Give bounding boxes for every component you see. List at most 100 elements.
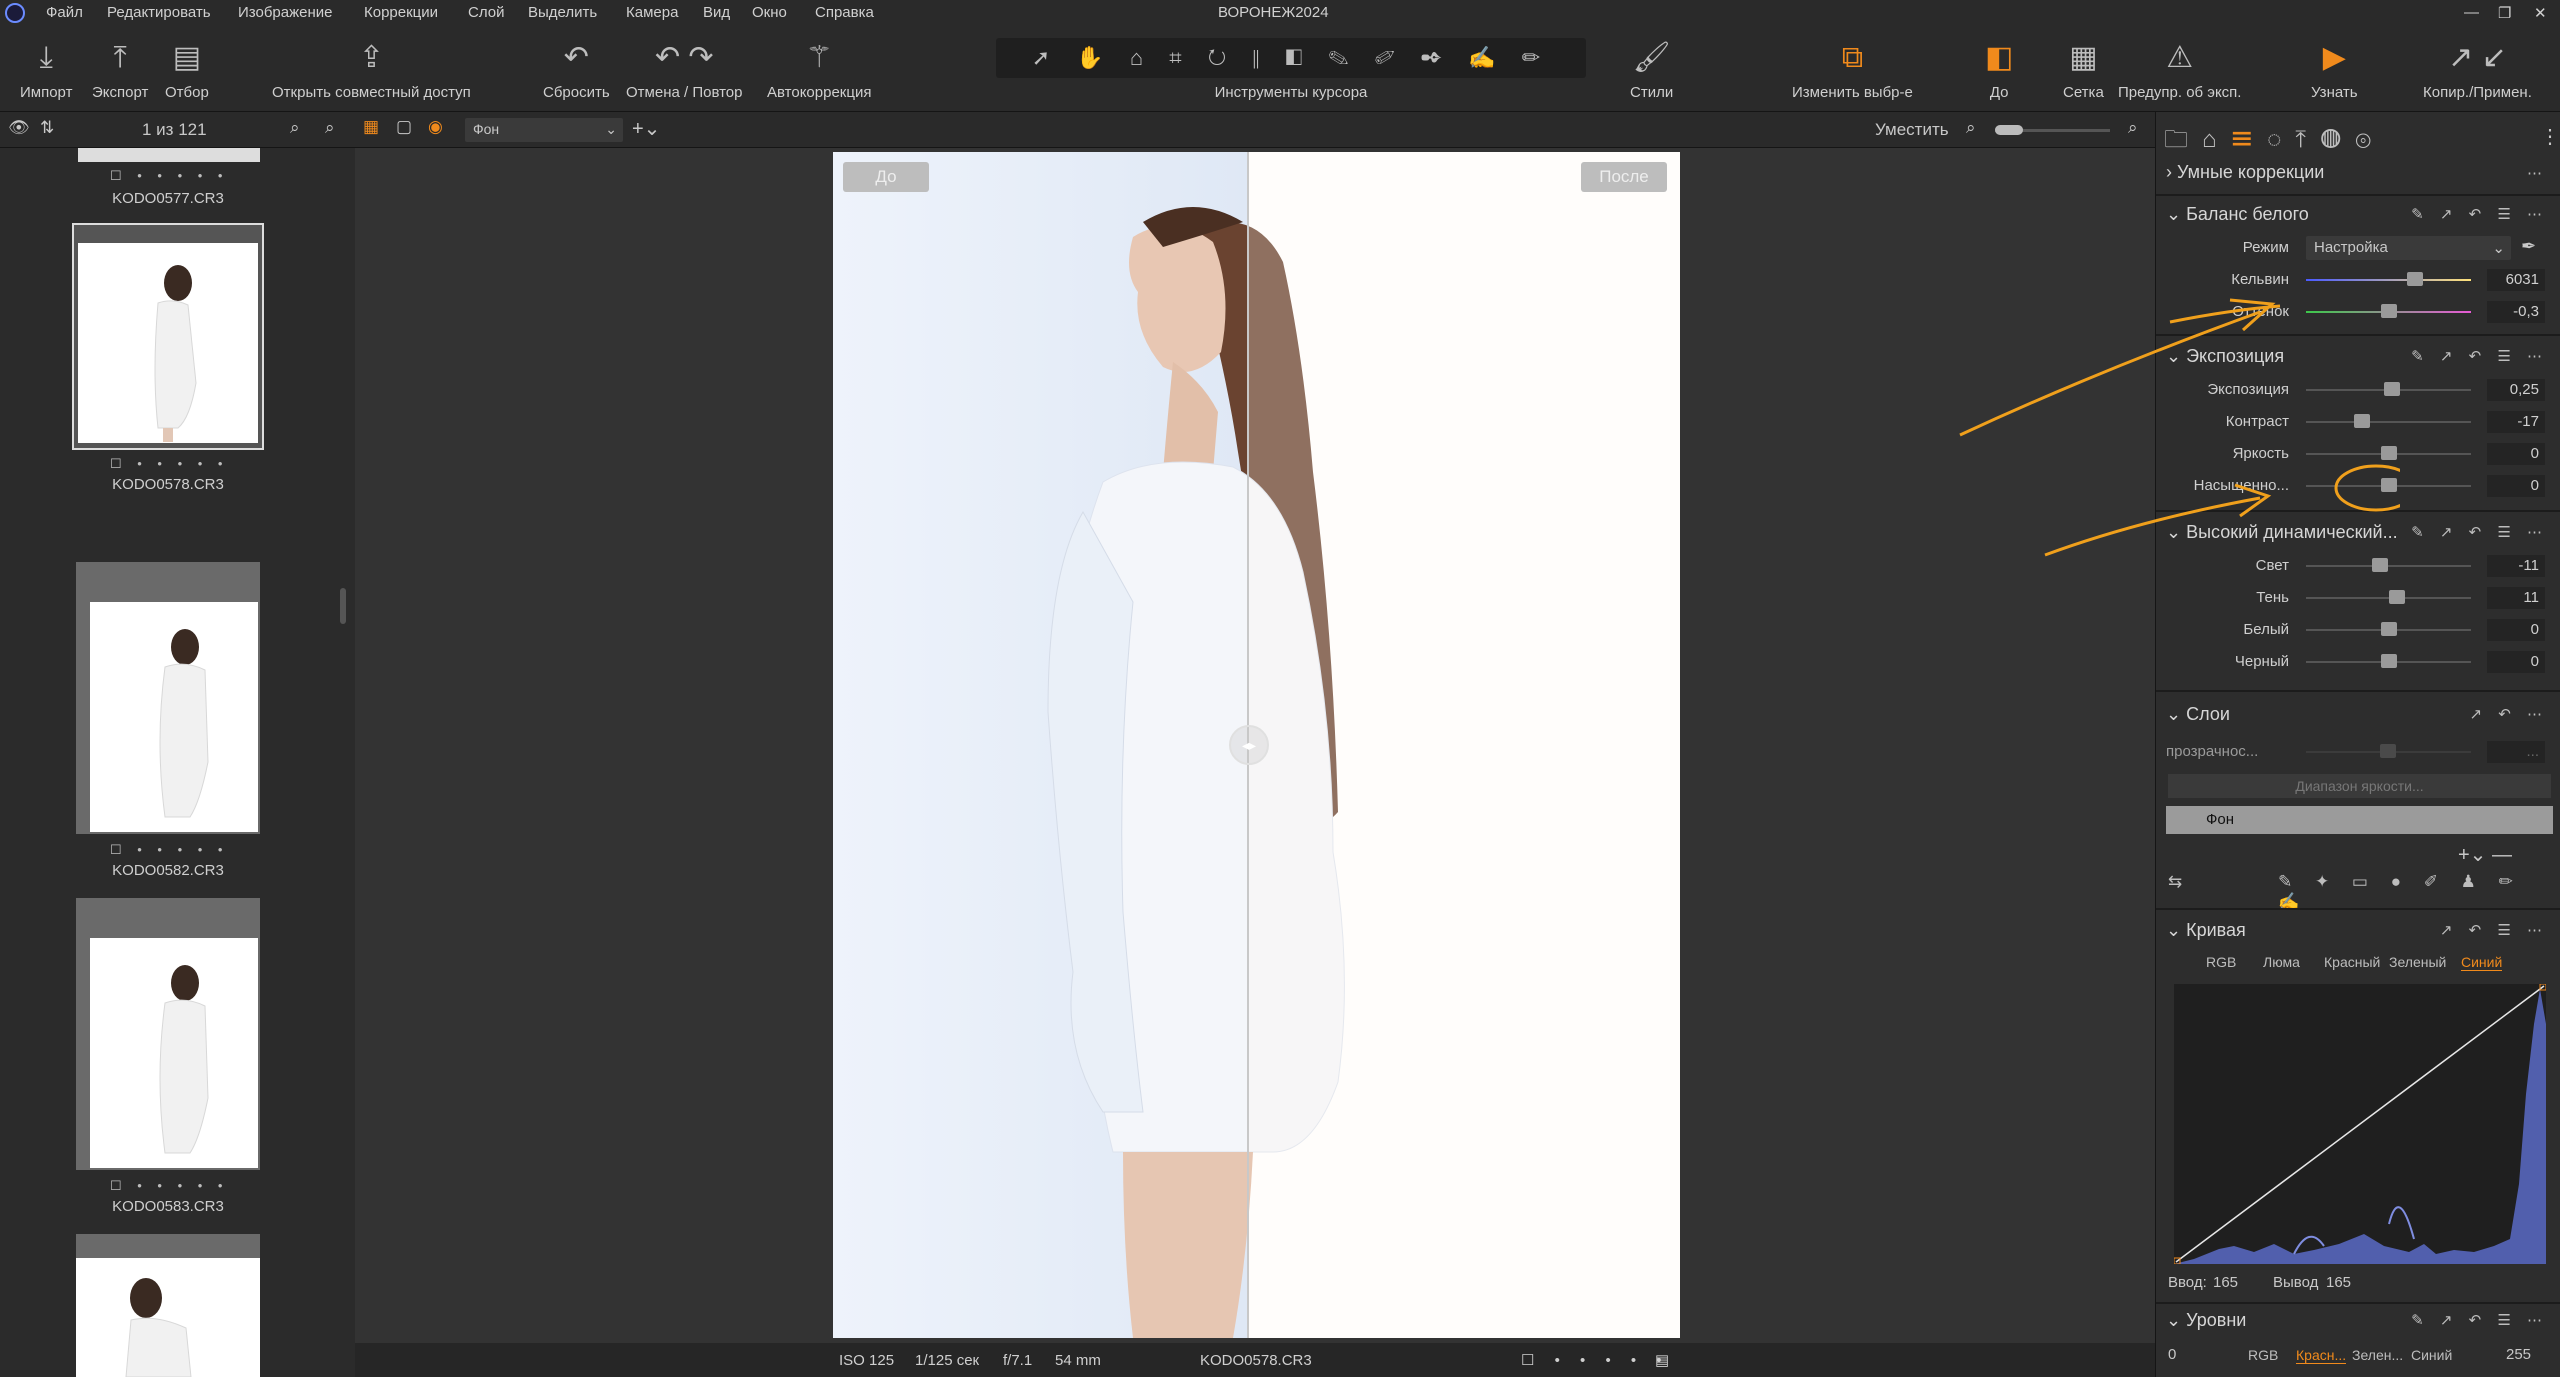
rating-dots[interactable]: ☐ • • • • • — [110, 456, 228, 472]
blacks-knob[interactable] — [2380, 654, 2397, 668]
thumbnail[interactable] — [76, 898, 260, 1170]
eyedropper-icon[interactable]: ✒ — [2521, 236, 2536, 257]
layers-header[interactable]: ⌄ Слои — [2166, 704, 2230, 725]
whites-knob[interactable] — [2380, 622, 2397, 636]
close-icon[interactable]: ✕ — [2534, 4, 2547, 22]
more-icon[interactable]: ⋯ — [2527, 164, 2548, 182]
levels-min[interactable]: 0 — [2168, 1346, 2176, 1363]
undo-redo-button[interactable]: ↶ ↷ Отмена / Повтор — [626, 38, 742, 101]
curve-tab-rgb[interactable]: RGB — [2206, 954, 2236, 970]
menu-view[interactable]: Вид — [703, 4, 730, 21]
smart-adjust-header[interactable]: › Умные коррекции — [2166, 162, 2324, 183]
curve-graph[interactable] — [2173, 983, 2547, 1265]
menu-select[interactable]: Выделить — [528, 4, 597, 21]
rating-dots[interactable]: ☐ • • • • • — [110, 1178, 228, 1194]
zoom-icon[interactable]: ⌕ — [325, 118, 335, 138]
grid-button[interactable]: ▦ Сетка — [2063, 38, 2104, 101]
eye-icon[interactable]: 👁 — [8, 118, 30, 138]
levels-max[interactable]: 255 — [2506, 1346, 2531, 1363]
color-icon[interactable]: ◍ — [2320, 126, 2355, 153]
layer-dropdown[interactable]: Фон ⌄ — [465, 118, 623, 142]
filmstrip-scrollbar[interactable] — [340, 588, 346, 624]
exposure-warning-button[interactable]: ⚠ Предупр. об эксп. — [2118, 38, 2241, 101]
section-tools-icons[interactable]: ↗ ↶ ⋯ — [2470, 705, 2548, 723]
single-view-icon[interactable]: ▢ — [396, 117, 412, 137]
shadows-value[interactable]: 11 — [2487, 587, 2545, 609]
saturation-value[interactable]: 0 — [2487, 475, 2545, 497]
section-tools-icons[interactable]: ✎ ↗ ↶ ☰ ⋯ — [2411, 523, 2548, 541]
section-tools-icons[interactable]: ↗ ↶ ☰ ⋯ — [2440, 921, 2548, 939]
curve-header[interactable]: ⌄ Кривая — [2166, 920, 2246, 941]
split-handle[interactable]: ◂▸ — [1229, 725, 1269, 765]
thumbnail[interactable] — [78, 148, 260, 162]
brightness-value[interactable]: 0 — [2487, 443, 2545, 465]
layer-item-background[interactable]: Фон — [2166, 806, 2553, 834]
restore-icon[interactable]: ❐ — [2498, 4, 2511, 22]
edit-selection-button[interactable]: ⧉ Изменить выбр-е — [1792, 38, 1913, 101]
curve-tab-luma[interactable]: Люма — [2263, 954, 2300, 970]
swap-icon[interactable]: ⇆ — [2168, 872, 2182, 891]
copy-apply-button[interactable]: ↗ ↙ Копир./Примен. — [2423, 38, 2532, 101]
menu-adjustments[interactable]: Коррекции — [364, 4, 438, 21]
menu-window[interactable]: Окно — [752, 4, 787, 21]
add-icon[interactable]: +⌄ — [632, 116, 660, 141]
levels-tab-rgb[interactable]: RGB — [2248, 1347, 2278, 1363]
wb-mode-dropdown[interactable]: Настройка ⌄ — [2306, 236, 2511, 260]
menu-camera[interactable]: Камера — [626, 4, 678, 21]
import-button[interactable]: ⤓ Импорт — [20, 38, 72, 101]
thumbnail[interactable] — [76, 1234, 260, 1377]
select-button[interactable]: ▤ Отбор — [165, 38, 209, 101]
contrast-value[interactable]: -17 — [2487, 411, 2545, 433]
levels-header[interactable]: ⌄ Уровни — [2166, 1310, 2246, 1331]
export-button[interactable]: ⤒ Экспорт — [92, 38, 148, 101]
app-logo-icon[interactable] — [5, 3, 25, 23]
opacity-knob[interactable] — [2380, 744, 2396, 758]
lens-icon[interactable]: ◌ — [2267, 126, 2295, 153]
menu-help[interactable]: Справка — [815, 4, 874, 21]
section-tools-icons[interactable]: ✎ ↗ ↶ ☰ ⋯ — [2411, 205, 2548, 223]
export-tab-icon[interactable]: ⤒ — [2295, 126, 2320, 153]
levels-tab-red[interactable]: Красн... — [2296, 1347, 2347, 1364]
layer-tool-icons[interactable]: ✎ ✦ ▭ ● ✐ ♟ ✏ ✍ — [2278, 872, 2553, 912]
sort-icon[interactable]: ⇅ — [40, 118, 54, 138]
luma-range-button[interactable]: Диапазон яркости... — [2168, 774, 2551, 798]
menu-file[interactable]: Файл — [46, 4, 83, 21]
minimize-icon[interactable]: — — [2464, 4, 2479, 21]
levels-tab-green[interactable]: Зелен... — [2352, 1347, 2403, 1363]
rating-dots[interactable]: ☐ • • • • • — [110, 168, 228, 184]
menu-layer[interactable]: Слой — [468, 4, 504, 21]
thumbnail-selected[interactable] — [72, 223, 264, 450]
kelvin-value[interactable]: 6031 — [2487, 269, 2545, 291]
curve-tab-red[interactable]: Красный — [2324, 954, 2380, 970]
meta-icon[interactable]: ⊚ — [2355, 126, 2385, 153]
learn-button[interactable]: ▶ Узнать — [2311, 38, 2358, 101]
levels-tab-blue[interactable]: Синий — [2411, 1347, 2452, 1363]
before-button[interactable]: ◧ До — [1985, 38, 2013, 101]
zoom-in-icon[interactable]: ⌕ — [2128, 118, 2138, 138]
menu-image[interactable]: Изображение — [238, 4, 333, 21]
whites-value[interactable]: 0 — [2487, 619, 2545, 641]
camera-icon[interactable]: ⌂ — [2202, 126, 2231, 153]
search-icon[interactable]: ⌕ — [290, 118, 300, 138]
zoom-slider[interactable] — [1995, 125, 2110, 135]
grid-view-icon[interactable]: ▦ — [363, 117, 379, 137]
color-tag-icon[interactable]: ▤ — [1655, 1351, 1669, 1369]
section-tools-icons[interactable]: ✎ ↗ ↶ ☰ ⋯ — [2411, 1311, 2548, 1329]
zoom-slider-knob[interactable] — [1995, 125, 2023, 135]
fit-label[interactable]: Уместить — [1875, 120, 1949, 140]
rating-dots[interactable]: ☐ • • • • • — [1521, 1351, 1670, 1369]
blacks-value[interactable]: 0 — [2487, 651, 2545, 673]
thumbnail[interactable] — [76, 562, 260, 834]
zoom-out-icon[interactable]: ⌕ — [1966, 118, 1976, 138]
auto-adjust-button[interactable]: ⚚ Автокоррекция — [767, 38, 871, 101]
reset-button[interactable]: ↶ Сбросить — [543, 38, 610, 101]
compare-view-icon[interactable]: ◉ — [428, 117, 443, 137]
white-balance-header[interactable]: ⌄ Баланс белого — [2166, 204, 2309, 225]
cursor-tools-group[interactable]: ➚ ✋ ⌂ ⌗ ↻ ∥ ◧ ✎ ✐ ✒ ✍ ✏ Инструменты курс… — [996, 38, 1586, 101]
menu-edit[interactable]: Редактировать — [107, 4, 211, 21]
add-layer-icon[interactable]: +⌄ — — [2458, 842, 2512, 867]
kelvin-knob[interactable] — [2406, 272, 2423, 286]
folder-icon[interactable]: 🗀 — [2164, 126, 2202, 153]
styles-button[interactable]: 🖌 Стили — [1630, 38, 1673, 101]
curve-output-value[interactable]: 165 — [2326, 1274, 2351, 1291]
